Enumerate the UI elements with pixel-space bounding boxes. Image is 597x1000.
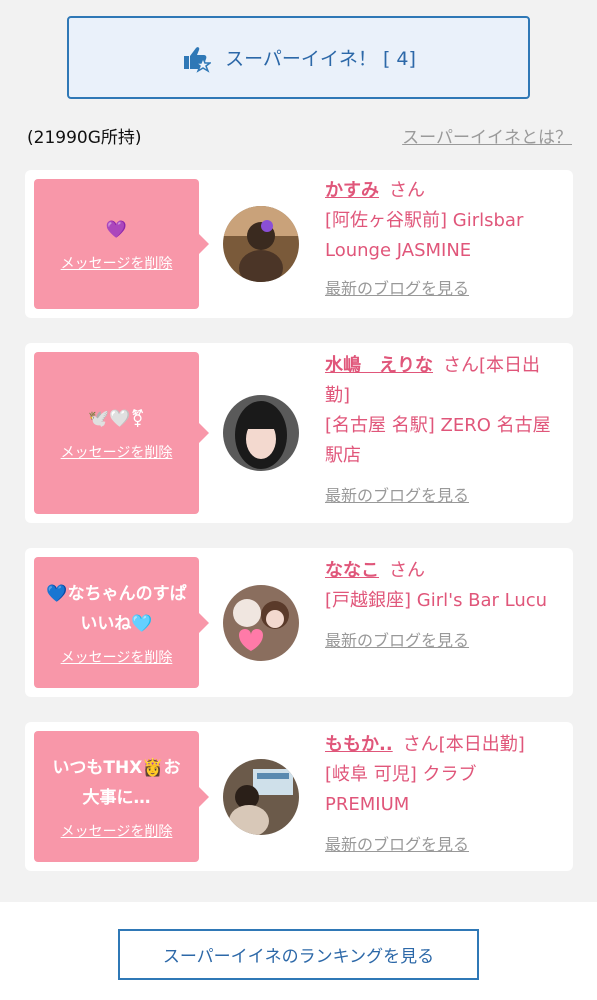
avatar[interactable] xyxy=(223,585,299,661)
cast-info: ももか.. さん[本日出勤] [岐阜 可児] クラブ PREMIUM 最新のブログ… xyxy=(325,730,561,860)
super-like-ranking-button[interactable]: スーパーイイネのランキングを見る xyxy=(118,929,479,980)
delete-message-link[interactable]: メッセージを削除 xyxy=(61,253,173,273)
cast-name-link[interactable]: ももか.. xyxy=(325,734,393,755)
shop-link[interactable]: [阿佐ヶ谷駅前] Girlsbar Lounge JASMINE xyxy=(325,206,561,266)
latest-blog-link[interactable]: 最新のブログを見る xyxy=(325,274,561,304)
thumbs-up-star-icon xyxy=(181,43,213,73)
honorific: さん[本日出勤] xyxy=(402,734,525,755)
list-item: 💙なちゃんのすぱいいね🩵 メッセージを削除 ななこ さん [戸越銀座] Girl'… xyxy=(25,548,573,697)
message-text: 💙なちゃんのすぱいいね🩵 xyxy=(46,583,187,634)
avatar[interactable] xyxy=(223,395,299,471)
latest-blog-link[interactable]: 最新のブログを見る xyxy=(325,481,561,511)
delete-message-link[interactable]: メッセージを削除 xyxy=(61,442,173,462)
points-balance: (21990G所持) xyxy=(27,128,142,148)
latest-blog-link[interactable]: 最新のブログを見る xyxy=(325,626,561,656)
cast-name-link[interactable]: ななこ xyxy=(325,560,379,581)
list-item: いつもTHX👸お大事に… メッセージを削除 ももか.. さん[本日出勤] [岐阜 … xyxy=(25,722,573,871)
cast-name-link[interactable]: かすみ xyxy=(325,180,379,201)
cast-name-link[interactable]: 水嶋 えりな xyxy=(325,355,433,376)
honorific: さん xyxy=(389,560,425,581)
delete-message-link[interactable]: メッセージを削除 xyxy=(61,821,173,841)
shop-link[interactable]: [名古屋 名駅] ZERO 名古屋駅店 xyxy=(325,411,561,471)
latest-blog-link[interactable]: 最新のブログを見る xyxy=(325,830,561,860)
list-item: 💜 メッセージを削除 かすみ さん [阿佐ヶ谷駅前] Girlsbar Loung… xyxy=(25,170,573,318)
shop-link[interactable]: [岐阜 可児] クラブ PREMIUM xyxy=(325,760,561,820)
message-text: いつもTHX👸お大事に… xyxy=(52,757,181,808)
cast-info: かすみ さん [阿佐ヶ谷駅前] Girlsbar Lounge JASMINE 最… xyxy=(325,176,561,304)
cast-info: ななこ さん [戸越銀座] Girl's Bar Lucu 最新のブログを見る xyxy=(325,556,561,656)
delete-message-link[interactable]: メッセージを削除 xyxy=(61,647,173,667)
message-text: 🕊️🤍⚧ xyxy=(88,409,145,429)
super-like-button[interactable]: スーパーイイネ！ [ 4] xyxy=(67,16,530,99)
avatar[interactable] xyxy=(223,759,299,835)
avatar[interactable] xyxy=(223,206,299,282)
message-bubble: 💙なちゃんのすぱいいね🩵 メッセージを削除 xyxy=(34,557,209,688)
message-bubble: 💜 メッセージを削除 xyxy=(34,179,209,309)
list-item: 🕊️🤍⚧ メッセージを削除 水嶋 えりな さん[本日出勤] [名古屋 名駅] ZE… xyxy=(25,343,573,523)
message-text: 💜 xyxy=(105,220,128,240)
super-like-label: スーパーイイネ！ [ 4] xyxy=(225,48,416,70)
shop-link[interactable]: [戸越銀座] Girl's Bar Lucu xyxy=(325,586,561,616)
cast-info: 水嶋 えりな さん[本日出勤] [名古屋 名駅] ZERO 名古屋駅店 最新のブロ… xyxy=(325,351,561,511)
honorific: さん xyxy=(389,180,425,201)
message-bubble: 🕊️🤍⚧ メッセージを削除 xyxy=(34,352,209,514)
footer-area: スーパーイイネのランキングを見る xyxy=(0,902,597,1000)
message-bubble: いつもTHX👸お大事に… メッセージを削除 xyxy=(34,731,209,862)
about-super-like-link[interactable]: スーパーイイネとは？ xyxy=(402,123,572,148)
